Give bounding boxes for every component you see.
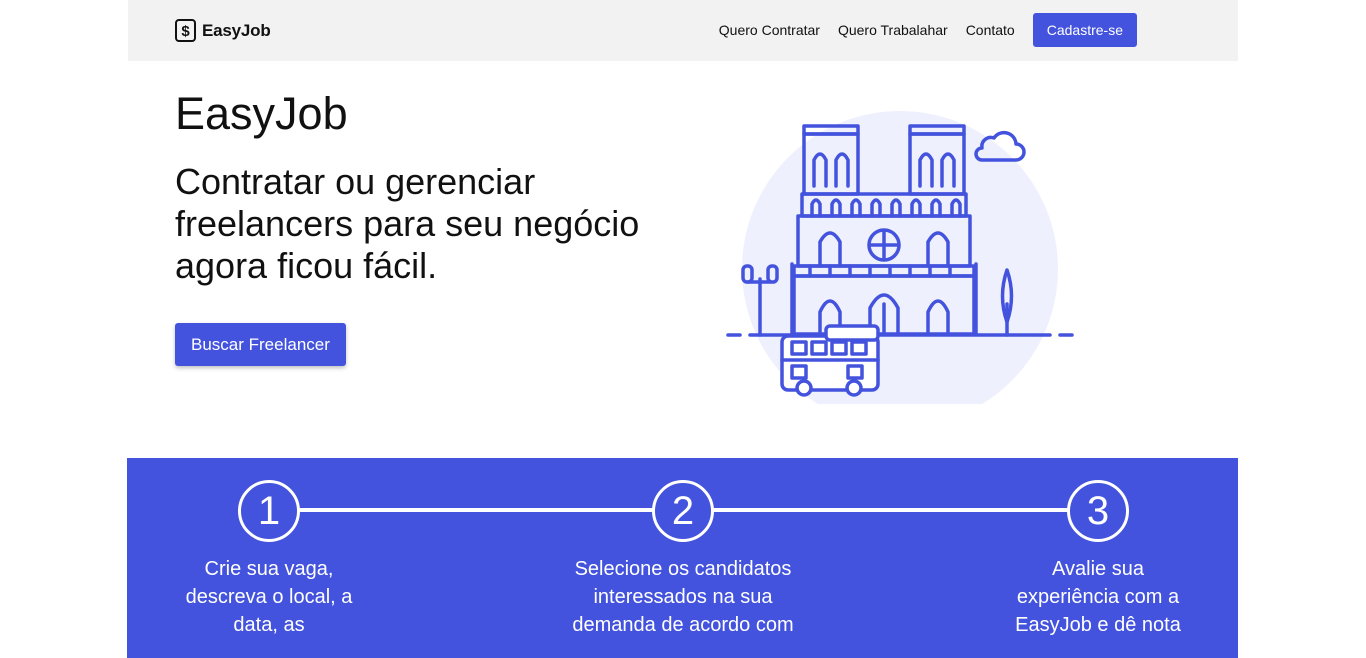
step-3-text: Avalie sua experiência com a EasyJob e d… <box>1015 558 1181 636</box>
step-1-text: Crie sua vaga, descreva o local, a data,… <box>185 558 353 636</box>
nav-link-quero-contratar[interactable]: Quero Contratar <box>719 13 820 47</box>
dollar-box-icon: $ <box>175 19 196 42</box>
hero-subtitle: Contratar ou gerenciar freelancers para … <box>175 161 640 286</box>
cathedral-illustration <box>726 111 1074 404</box>
hero-title: EasyJob <box>175 88 348 139</box>
nav-link-contato[interactable]: Contato <box>966 13 1015 47</box>
step-2-text: Selecione os candidatos interessados na … <box>572 558 794 636</box>
brand-name: EasyJob <box>202 20 271 40</box>
step-3-number: 3 <box>1067 480 1129 542</box>
signup-button[interactable]: Cadastre-se <box>1032 13 1137 47</box>
brand-logo[interactable]: $ EasyJob <box>175 19 271 42</box>
navbar: $ EasyJob Quero Contratar Quero Trabalah… <box>128 0 1238 61</box>
svg-text:$: $ <box>181 23 190 40</box>
step-2: 2 Selecione os candidatos interessados n… <box>553 480 813 639</box>
nav-links: Quero Contratar Quero Trabalahar Contato… <box>719 13 1238 47</box>
steps-section: 1 Crie sua vaga, descreva o local, a dat… <box>127 458 1238 658</box>
step-1-number: 1 <box>238 480 300 542</box>
step-2-number: 2 <box>652 480 714 542</box>
step-3: 3 Avalie sua experiência com a EasyJob e… <box>998 480 1198 639</box>
nav-link-quero-trabalhar[interactable]: Quero Trabalahar <box>838 13 948 47</box>
step-1: 1 Crie sua vaga, descreva o local, a dat… <box>169 480 369 639</box>
search-freelancer-button[interactable]: Buscar Freelancer <box>175 323 346 366</box>
